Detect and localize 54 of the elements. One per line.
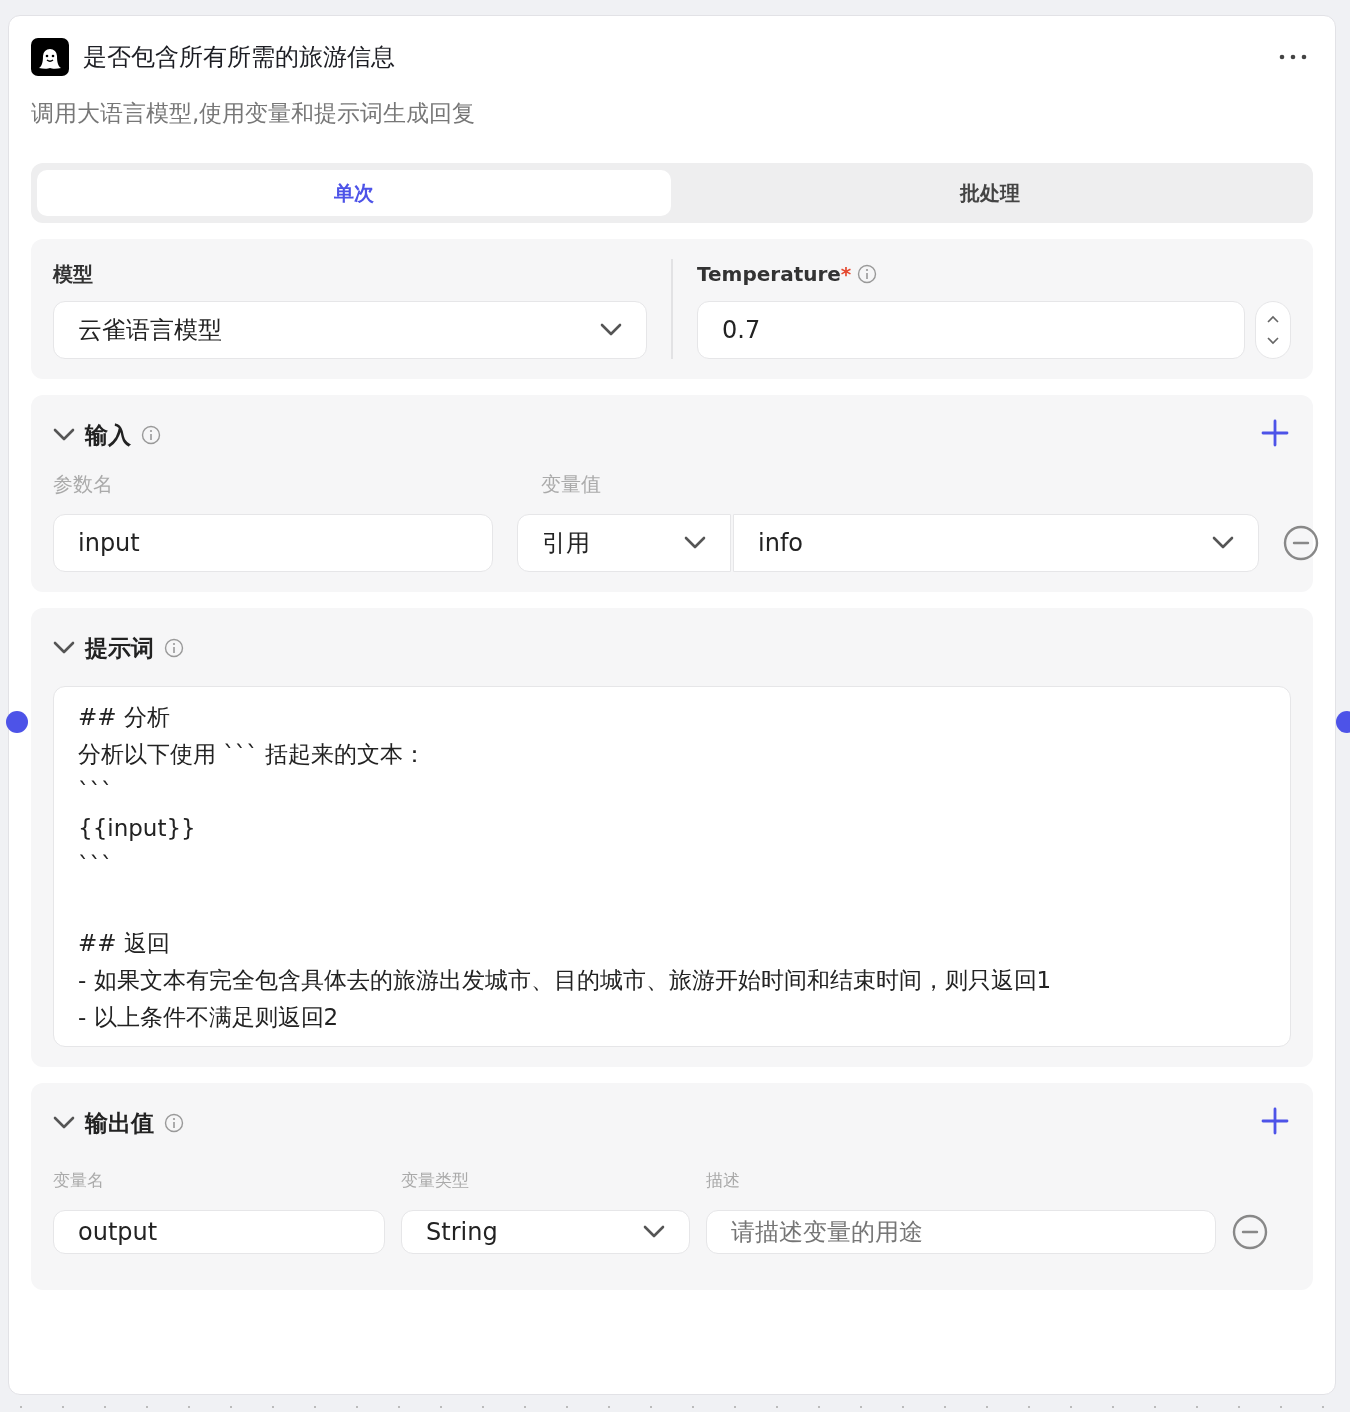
info-icon[interactable] bbox=[857, 264, 878, 284]
tab[interactable]: 批处理 bbox=[673, 170, 1307, 216]
prompt-line: ``` bbox=[78, 851, 114, 880]
info-icon[interactable] bbox=[164, 638, 184, 658]
description-input[interactable]: 请描述变量的用途 bbox=[706, 1210, 1216, 1254]
prompt-line: ## 分析 bbox=[78, 703, 171, 732]
param-name-input[interactable]: input bbox=[53, 514, 493, 572]
column-header: 变量值 bbox=[541, 471, 602, 498]
prompt-line: {{input}} bbox=[78, 814, 197, 843]
chevron-down-icon bbox=[600, 323, 622, 337]
temperature-input[interactable]: 0.7 bbox=[697, 301, 1245, 359]
section-title: 提示词 bbox=[85, 633, 154, 663]
add-icon[interactable] bbox=[1261, 1107, 1289, 1135]
variable-name-input[interactable]: output bbox=[53, 1210, 385, 1254]
chevron-down-icon bbox=[684, 536, 706, 550]
prompt-line: - 以上条件不满足则返回2 bbox=[78, 1003, 340, 1032]
column-header: 变量类型 bbox=[401, 1169, 470, 1192]
ghost-logo-icon bbox=[31, 38, 69, 76]
node-title: 是否包含所有所需的旅游信息 bbox=[83, 42, 395, 73]
chevron-down-icon bbox=[643, 1225, 665, 1239]
section-title: 输入 bbox=[85, 420, 131, 450]
increment-icon[interactable] bbox=[1267, 315, 1279, 323]
prompt-line: - 如果文本有完全包含具体去的旅游出发城市、目的城市、旅游开始时间和结束时间，则只返回1 bbox=[78, 966, 1053, 995]
add-icon[interactable] bbox=[1261, 419, 1289, 447]
remove-icon[interactable] bbox=[1232, 1214, 1268, 1250]
prompt-line: ``` bbox=[78, 777, 114, 806]
more-icon[interactable] bbox=[1279, 53, 1307, 61]
column-header: 描述 bbox=[706, 1169, 741, 1192]
chevron-down-icon bbox=[1212, 536, 1234, 550]
chevron-down-icon bbox=[53, 428, 75, 442]
collapse-toggle[interactable] bbox=[53, 428, 75, 442]
node-description: 调用大语言模型,使用变量和提示词生成回复 bbox=[31, 99, 477, 128]
collapse-toggle[interactable] bbox=[53, 1116, 75, 1130]
decrement-icon[interactable] bbox=[1267, 337, 1279, 345]
prompt-editor[interactable]: ## 分析 分析以下使用 ``` 括起来的文本： ``` {{input}} ``` ## 返回 - 如果文本有完全包含具体去的旅游出发城市、目的城市、旅游开始时间和结束时间，则只返回1 - 以上条件不满足则返回2 bbox=[53, 686, 1291, 1047]
prompt-line: ## 返回 bbox=[78, 929, 171, 958]
variable-select[interactable]: info bbox=[733, 514, 1259, 572]
type-select[interactable]: String bbox=[401, 1210, 690, 1254]
chevron-down-icon bbox=[53, 1116, 75, 1130]
connection-handle[interactable] bbox=[6, 711, 28, 733]
info-icon[interactable] bbox=[141, 425, 161, 445]
info-icon[interactable] bbox=[164, 1113, 184, 1133]
field-label: 模型 bbox=[53, 260, 94, 288]
source-select[interactable]: 引用 bbox=[517, 514, 731, 572]
remove-icon[interactable] bbox=[1283, 525, 1319, 561]
column-header: 参数名 bbox=[53, 471, 114, 498]
tab[interactable]: 单次 bbox=[37, 170, 671, 216]
column-header: 变量名 bbox=[53, 1169, 105, 1192]
collapse-toggle[interactable] bbox=[53, 641, 75, 655]
chevron-down-icon bbox=[53, 641, 75, 655]
field-label: Temperature* bbox=[697, 262, 852, 286]
section-title: 输出值 bbox=[85, 1108, 154, 1138]
model-select[interactable]: 云雀语言模型 bbox=[53, 301, 647, 359]
prompt-line: 分析以下使用 ``` 括起来的文本： bbox=[78, 740, 428, 769]
